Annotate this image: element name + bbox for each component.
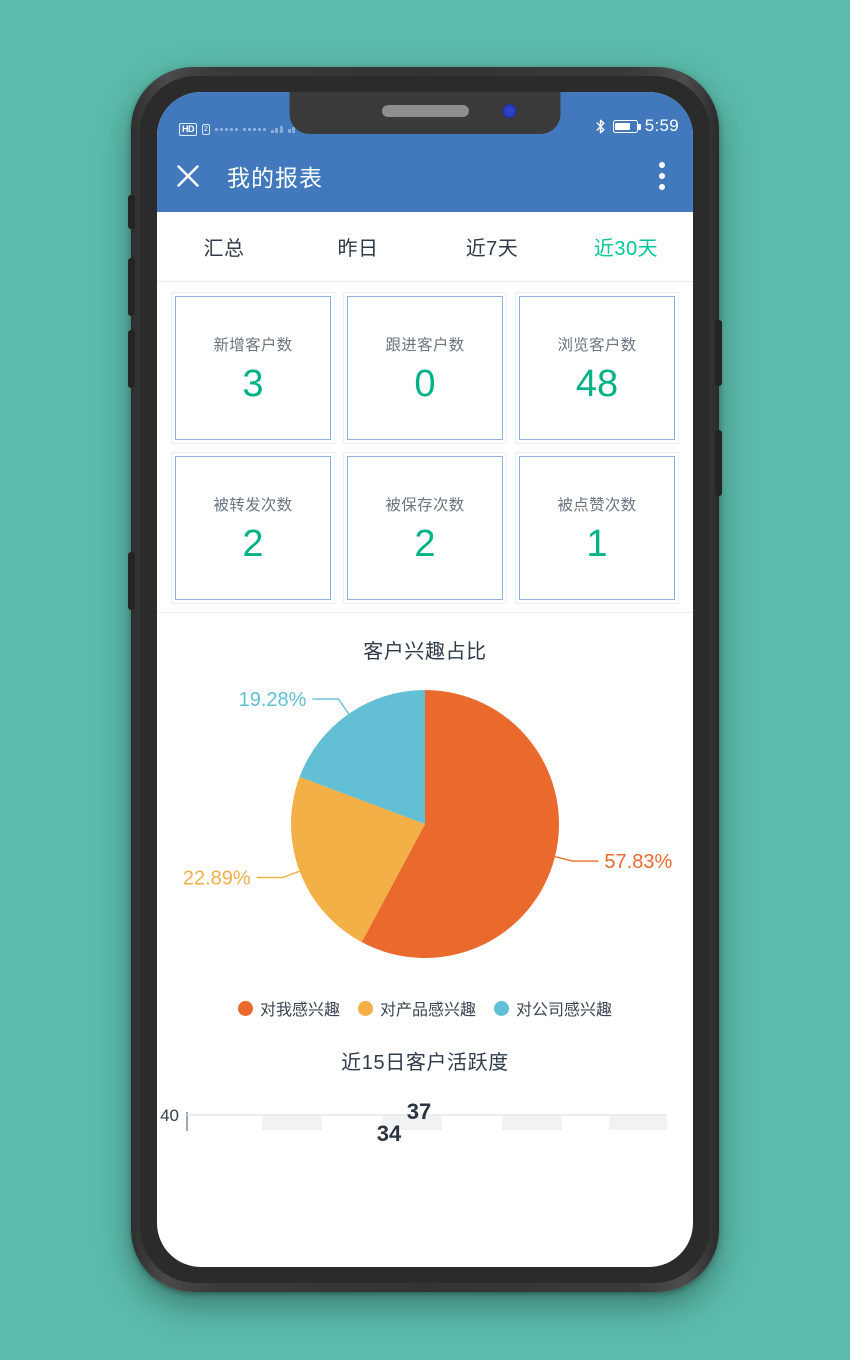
stat-card-grid: 新增客户数 3 跟进客户数 0 浏览客户数 48 被转发次数 2 被保存次数 2… <box>157 282 693 613</box>
side-button-lower-left[interactable] <box>128 552 135 610</box>
pie-chart-title: 客户兴趣占比 <box>363 641 487 663</box>
legend-label: 对产品感兴趣 <box>379 1002 476 1019</box>
volume-down-button[interactable] <box>128 330 135 388</box>
pie-legend: 对我感兴趣 对产品感兴趣 对公司感兴趣 <box>157 996 693 1020</box>
stat-value: 2 <box>414 523 436 565</box>
page-title: 我的报表 <box>227 165 323 191</box>
volume-up-button[interactable] <box>128 258 135 316</box>
bluetooth-icon <box>596 119 605 133</box>
bar-band <box>502 1116 562 1130</box>
pie-slices <box>291 690 559 958</box>
pie-leader-line <box>554 855 599 862</box>
pie-chart-section: 客户兴趣占比 57.83% 22.89% 19.28% 对我感兴趣 对产品感兴趣 对… <box>157 613 693 1020</box>
legend-color-dot <box>494 1000 509 1016</box>
pie-leader-line <box>312 698 350 715</box>
side-button-lower-right[interactable] <box>715 430 722 496</box>
tab-yesterday[interactable]: 昨日 <box>291 232 425 261</box>
stat-card-forwards[interactable]: 被转发次数 2 <box>171 452 335 604</box>
bar-chart-title: 近15日客户活跃度 <box>341 1052 509 1074</box>
stat-card-followed-customers[interactable]: 跟进客户数 0 <box>343 292 507 444</box>
legend-color-dot <box>357 1000 373 1016</box>
bar-data-label-37: 37 <box>407 1099 431 1124</box>
bar-chart-canvas: 40 37 34 <box>157 1099 693 1169</box>
hd-network-badge: HD <box>179 123 197 136</box>
stat-label: 被点赞次数 <box>557 497 637 514</box>
legend-item-interested-in-company[interactable]: 对公司感兴趣 <box>494 996 612 1020</box>
phone-screen: HD 2 5:59 我的报表 汇总 昨日 近7天 近30天 新增客户数 3 跟进… <box>157 92 693 1267</box>
legend-item-interested-in-product[interactable]: 对产品感兴趣 <box>357 996 476 1020</box>
stat-value: 2 <box>242 523 264 565</box>
stat-label: 被保存次数 <box>385 497 465 514</box>
front-camera-icon <box>502 104 517 118</box>
stat-value: 48 <box>575 363 619 405</box>
signal-dots-icon <box>214 128 238 131</box>
stat-label: 新增客户数 <box>213 337 293 354</box>
legend-color-dot <box>237 1000 253 1016</box>
app-bar: 我的报表 <box>157 140 693 212</box>
legend-item-interested-in-me[interactable]: 对我感兴趣 <box>237 996 340 1020</box>
power-button[interactable] <box>715 320 722 386</box>
pie-chart-svg: 57.83% 22.89% 19.28% <box>183 689 672 958</box>
status-bar-left: HD 2 <box>171 123 296 136</box>
tab-last-30-days[interactable]: 近30天 <box>559 232 693 261</box>
status-bar-clock: 5:59 <box>644 116 679 135</box>
stat-card-viewed-customers[interactable]: 浏览客户数 48 <box>515 292 679 444</box>
activity-chart-section: 近15日客户活跃度 40 37 34 <box>157 1020 693 1169</box>
earpiece-speaker <box>381 105 469 117</box>
stat-label: 被转发次数 <box>213 497 293 514</box>
stat-value: 3 <box>242 363 264 405</box>
battery-icon <box>612 119 641 133</box>
stat-value: 0 <box>414 363 436 405</box>
overflow-menu-icon[interactable] <box>649 156 675 196</box>
stat-card-likes[interactable]: 被点赞次数 1 <box>515 452 679 604</box>
stat-label: 跟进客户数 <box>385 337 465 354</box>
phone-notch <box>289 92 561 134</box>
period-tabs: 汇总 昨日 近7天 近30天 <box>157 212 693 282</box>
close-icon[interactable] <box>175 163 201 189</box>
stat-value: 1 <box>586 523 608 565</box>
legend-label: 对我感兴趣 <box>259 1002 340 1019</box>
bar-band <box>609 1116 667 1130</box>
stat-card-new-customers[interactable]: 新增客户数 3 <box>171 292 335 444</box>
legend-label: 对公司感兴趣 <box>516 1002 613 1019</box>
stat-card-saves[interactable]: 被保存次数 2 <box>343 452 507 604</box>
bar-chart-svg: 40 37 34 <box>160 1099 667 1146</box>
status-bar-right: 5:59 <box>595 116 679 136</box>
tab-summary[interactable]: 汇总 <box>157 232 291 261</box>
bar-data-label-34: 34 <box>377 1121 402 1146</box>
pie-chart-canvas: 57.83% 22.89% 19.28% <box>157 664 693 994</box>
pie-value-label: 19.28% <box>239 689 307 711</box>
pie-value-label: 22.89% <box>183 868 251 890</box>
signal-dots-icon-2 <box>242 128 266 131</box>
mute-switch-button[interactable] <box>128 195 135 229</box>
sim-badge: 2 <box>202 124 210 135</box>
signal-bars-icon <box>270 126 283 133</box>
pie-leader-line <box>256 870 300 879</box>
stat-label: 浏览客户数 <box>557 337 637 354</box>
tab-last-7-days[interactable]: 近7天 <box>425 232 559 261</box>
pie-value-label: 57.83% <box>604 851 672 873</box>
bar-band <box>262 1116 322 1130</box>
y-axis-tick-40: 40 <box>160 1106 179 1125</box>
